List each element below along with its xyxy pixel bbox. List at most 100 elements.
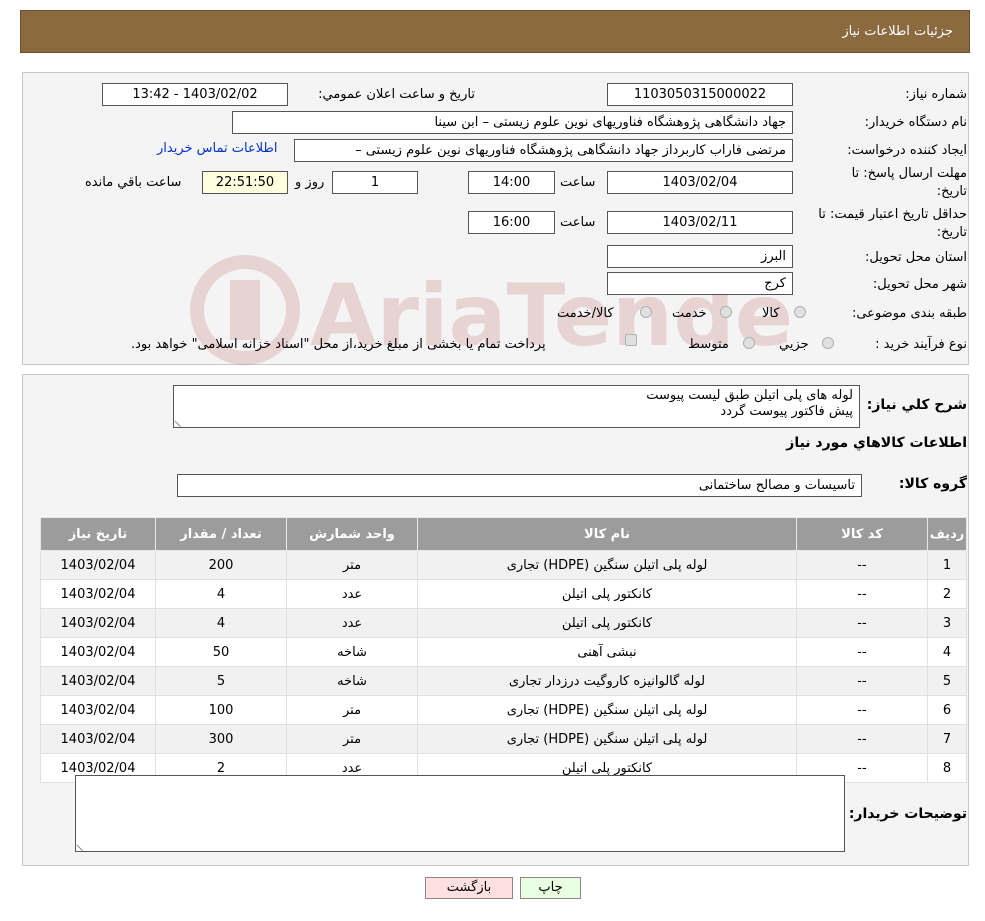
print-button[interactable]: چاپ	[520, 877, 581, 899]
deadline-date-field: 1403/02/04	[607, 171, 793, 194]
cell-name: لوله پلی اتیلن سنگین (HDPE) تجاری	[417, 724, 797, 754]
need-number-field: 1103050315000022	[607, 83, 793, 106]
announce-label: تاریخ و ساعت اعلان عمومي:	[318, 87, 475, 102]
buyer-org-field: جهاد دانشگاهی پژوهشگاه فناوریهای نوین عل…	[232, 111, 793, 134]
col-name: نام كالا	[417, 517, 797, 551]
cell-row: 4	[927, 637, 967, 667]
cell-qty: 4	[155, 608, 287, 638]
cell-qty: 100	[155, 695, 287, 725]
validity-label: حداقل تاريخ اعتبار قيمت: تا	[818, 207, 967, 222]
col-date: تاريخ نياز	[40, 517, 156, 551]
cell-code: --	[796, 550, 928, 580]
treasury-note: پرداخت تمام یا بخشی از مبلغ خرید،از محل …	[131, 337, 546, 352]
days-label: روز و	[295, 175, 325, 190]
buyer-notes-textarea[interactable]	[75, 775, 845, 852]
cell-date: 1403/02/04	[40, 550, 156, 580]
province-label: استان محل تحویل:	[865, 250, 967, 265]
cell-unit: متر	[286, 550, 418, 580]
category-goods-service-radio[interactable]	[640, 306, 652, 318]
category-service-label: خدمت	[672, 306, 707, 321]
col-code: كد كالا	[796, 517, 928, 551]
cell-unit: عدد	[286, 579, 418, 609]
cell-date: 1403/02/04	[40, 695, 156, 725]
table-row: 4 -- نبشی آهنی شاخه 50 1403/02/04	[40, 637, 967, 667]
city-label: شهر محل تحویل:	[872, 277, 967, 292]
cell-row: 3	[927, 608, 967, 638]
announce-datetime-field: 1403/02/02 - 13:42	[102, 83, 288, 106]
province-field: البرز	[607, 245, 793, 268]
requester-label: ايجاد كننده درخواست:	[847, 143, 967, 158]
cell-name: کانکتور پلی اتیلن	[417, 579, 797, 609]
deadline-time-label: ساعت	[560, 175, 596, 190]
cell-code: --	[796, 579, 928, 609]
treasury-checkbox[interactable]	[625, 334, 637, 346]
cell-qty: 200	[155, 550, 287, 580]
goods-group-field: تاسیسات و مصالح ساختمانی	[177, 474, 862, 497]
category-goods-label: کالا	[762, 306, 780, 321]
deadline-label: مهلت ارسال پاسخ: تا	[851, 166, 967, 181]
table-row: 1 -- لوله پلی اتیلن سنگین (HDPE) تجاری متر 2…	[40, 550, 967, 580]
cell-unit: شاخه	[286, 637, 418, 667]
cell-code: --	[796, 724, 928, 754]
cell-row: 7	[927, 724, 967, 754]
process-medium-radio[interactable]	[743, 337, 755, 349]
table-row: 2 -- کانکتور پلی اتیلن عدد 4 1403/02/04	[40, 579, 967, 609]
requester-field: مرتضی فاراب کاربرداز جهاد دانشگاهی پژوهش…	[294, 139, 793, 162]
cell-date: 1403/02/04	[40, 637, 156, 667]
cell-qty: 300	[155, 724, 287, 754]
cell-code: --	[796, 695, 928, 725]
process-minor-label: جزیي	[779, 337, 809, 352]
cell-date: 1403/02/04	[40, 608, 156, 638]
table-row: 3 -- کانکتور پلی اتیلن عدد 4 1403/02/04	[40, 608, 967, 638]
description-textarea: لوله های پلی اتیلن طبق لیست پیوست پیش فا…	[173, 385, 860, 428]
process-minor-radio[interactable]	[822, 337, 834, 349]
col-unit: واحد شمارش	[286, 517, 418, 551]
cell-unit: متر	[286, 724, 418, 754]
cell-row: 8	[927, 753, 967, 783]
process-medium-label: متوسط	[688, 337, 729, 352]
category-service-radio[interactable]	[720, 306, 732, 318]
buyer-org-label: نام دستگاه خريدار:	[864, 115, 967, 130]
category-goods-radio[interactable]	[794, 306, 806, 318]
col-row: رديف	[927, 517, 967, 551]
page-header: جزئیات اطلاعات نیاز	[20, 10, 970, 53]
resize-grip-icon	[76, 838, 89, 852]
description-line-2: پیش فاکتور پیوست گردد	[720, 404, 853, 419]
cell-name: نبشی آهنی	[417, 637, 797, 667]
goods-group-label: گروه كالا:	[898, 476, 967, 492]
page-title: جزئیات اطلاعات نیاز	[842, 24, 953, 39]
validity-date-field: 1403/02/11	[607, 211, 793, 234]
cell-unit: عدد	[286, 608, 418, 638]
cell-row: 2	[927, 579, 967, 609]
cell-date: 1403/02/04	[40, 724, 156, 754]
validity-label-date: تاریخ:	[936, 225, 967, 240]
cell-row: 6	[927, 695, 967, 725]
deadline-time-field: 14:00	[468, 171, 555, 194]
remaining-time-field: 22:51:50	[202, 171, 288, 194]
goods-section-title: اطلاعات كالاهاي مورد نياز	[786, 435, 967, 451]
cell-row: 1	[927, 550, 967, 580]
cell-unit: متر	[286, 695, 418, 725]
description-label: شرح كلي نياز:	[866, 397, 967, 413]
cell-name: لوله پلی اتیلن سنگین (HDPE) تجاری	[417, 550, 797, 580]
cell-unit: شاخه	[286, 666, 418, 696]
col-qty: تعداد / مقدار	[155, 517, 287, 551]
cell-code: --	[796, 608, 928, 638]
need-number-label: شماره نیاز:	[905, 87, 967, 102]
cell-code: --	[796, 666, 928, 696]
remaining-days-field: 1	[332, 171, 418, 194]
cell-code: --	[796, 637, 928, 667]
remaining-label: ساعت باقي مانده	[85, 175, 182, 190]
cell-date: 1403/02/04	[40, 579, 156, 609]
cell-date: 1403/02/04	[40, 666, 156, 696]
buyer-contact-link[interactable]: اطلاعات تماس خریدار	[157, 141, 277, 156]
category-goods-service-label: کالا/خدمت	[557, 306, 614, 321]
cell-qty: 50	[155, 637, 287, 667]
table-row: 7 -- لوله پلی اتیلن سنگین (HDPE) تجاری متر 3…	[40, 724, 967, 754]
deadline-label-date: تاریخ:	[936, 184, 967, 199]
goods-table: رديف كد كالا نام كالا واحد شمارش تعداد /…	[40, 517, 967, 783]
back-button[interactable]: بازگشت	[425, 877, 513, 899]
process-label: نوع فرآیند خرید :	[875, 337, 967, 352]
table-header-row: رديف كد كالا نام كالا واحد شمارش تعداد /…	[40, 517, 967, 551]
category-label: طبقه بندی موضوعی:	[851, 306, 967, 321]
